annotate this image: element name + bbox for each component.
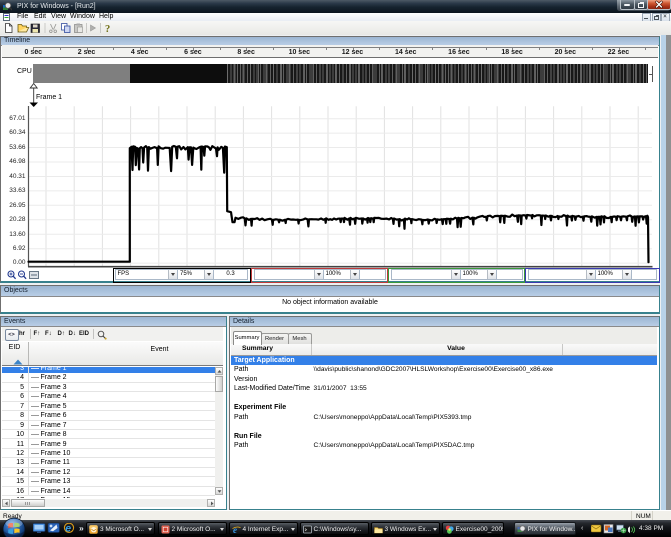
svg-text:e: e — [65, 523, 71, 534]
svg-text:»: » — [79, 523, 84, 533]
svg-text:?: ? — [105, 24, 110, 35]
svg-text:e: e — [233, 525, 237, 534]
